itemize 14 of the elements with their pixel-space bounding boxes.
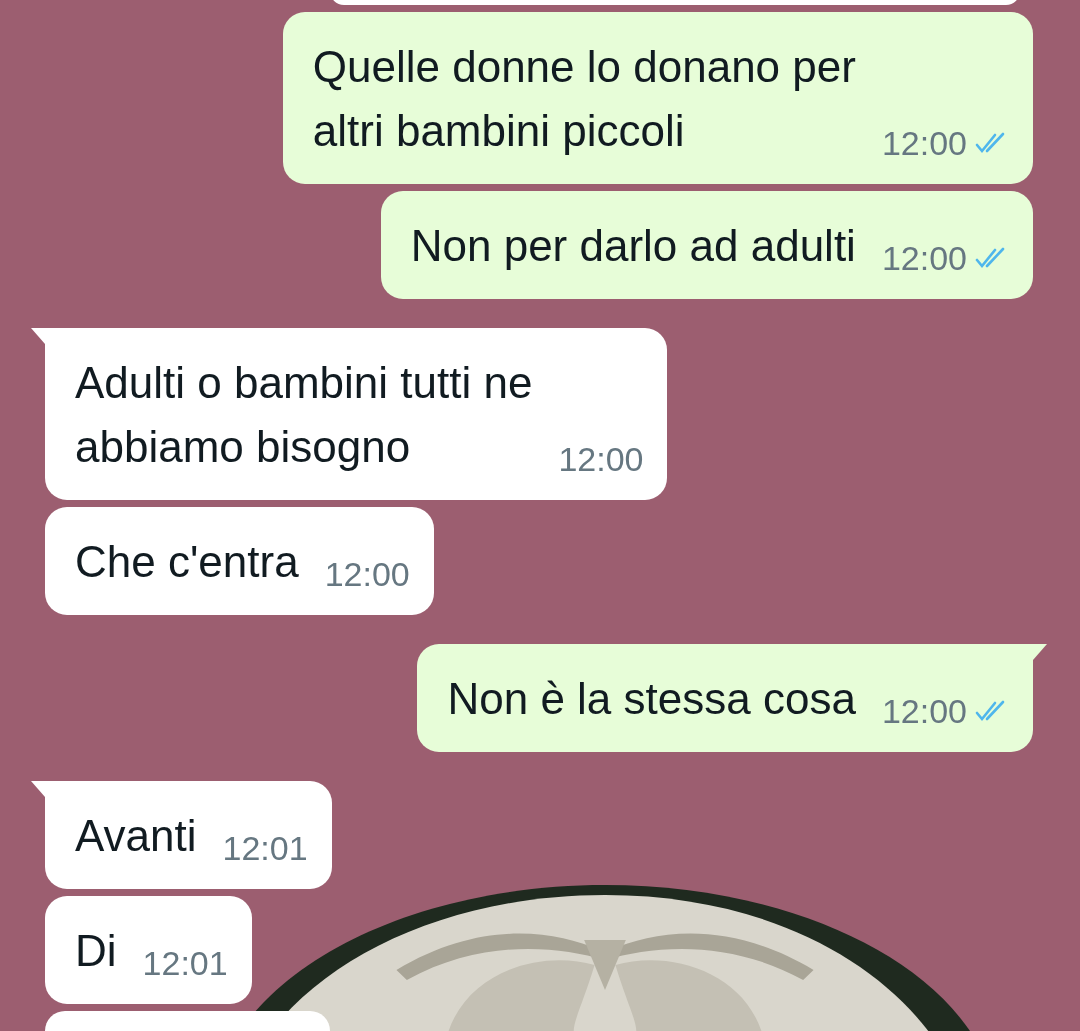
message-text: Di	[75, 925, 117, 977]
message-time: 12:00	[881, 123, 967, 163]
message-time: 12:00	[558, 439, 644, 479]
message-text: Non per darlo ad adulti	[410, 220, 856, 272]
message-text: Avanti	[75, 810, 197, 862]
message-text: Adulti o bambini tutti ne abbiamo bisogno	[75, 357, 533, 473]
message-text: Non è la stessa cosa	[447, 673, 856, 725]
message-text: Quelle donne lo donano per altri bambini piccoli	[312, 41, 856, 157]
message-text: Che c'entra	[75, 536, 299, 588]
message-time: 12:00	[881, 238, 967, 278]
message-time: 12:00	[324, 554, 410, 594]
message-time: 12:00	[881, 691, 967, 731]
message-time: 12:01	[142, 943, 228, 983]
message-time: 12:01	[222, 828, 308, 868]
